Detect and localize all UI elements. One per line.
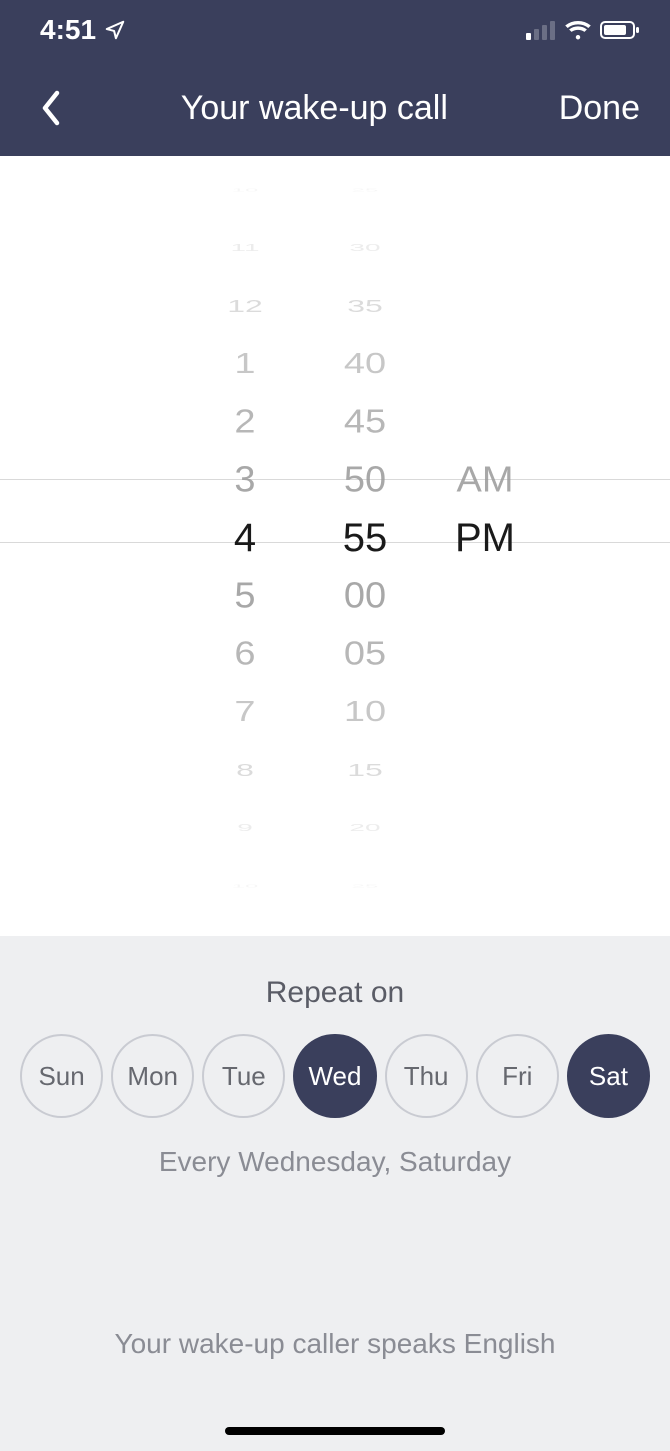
period-wheel[interactable]: AM PM (425, 156, 545, 936)
period-option: AM (425, 452, 545, 508)
day-toggle-mon[interactable]: Mon (111, 1034, 194, 1118)
day-toggle-tue[interactable]: Tue (202, 1034, 285, 1118)
minute-option: 20 (305, 818, 425, 838)
caller-language: Your wake-up caller speaks English (20, 1328, 650, 1360)
minute-option: 40 (305, 342, 425, 386)
hour-option: 5 (185, 568, 305, 624)
minute-option: 05 (305, 628, 425, 679)
status-bar: 4:51 (0, 0, 670, 60)
time-picker[interactable]: 10 11 12 1 2 3 4 5 6 7 8 9 10 2 (0, 156, 670, 936)
minute-option: 10 (305, 690, 425, 734)
hour-option: 10 (185, 185, 305, 195)
day-toggle-wed[interactable]: Wed (293, 1034, 376, 1118)
cell-signal-icon (526, 20, 556, 40)
repeat-panel: Repeat on Sun Mon Tue Wed Thu Fri Sat Ev… (0, 936, 670, 1451)
days-row: Sun Mon Tue Wed Thu Fri Sat (20, 1034, 650, 1118)
home-indicator (225, 1427, 445, 1435)
location-icon (104, 19, 126, 41)
hour-option: 12 (185, 290, 305, 322)
hour-option: 10 (185, 881, 305, 891)
repeat-summary: Every Wednesday, Saturday (20, 1146, 650, 1178)
minute-option: 35 (305, 290, 425, 322)
day-toggle-sat[interactable]: Sat (567, 1034, 650, 1118)
minute-option: 45 (305, 396, 425, 447)
battery-icon (600, 20, 640, 40)
minute-option: 25 (305, 185, 425, 195)
minute-option: 30 (305, 238, 425, 258)
hour-option: 2 (185, 396, 305, 447)
status-time: 4:51 (40, 14, 96, 46)
minute-option: 00 (305, 568, 425, 624)
hour-option: 8 (185, 754, 305, 786)
day-toggle-sun[interactable]: Sun (20, 1034, 103, 1118)
wifi-icon (564, 20, 592, 40)
page-title: Your wake-up call (70, 89, 559, 128)
hour-option: 3 (185, 452, 305, 508)
done-button[interactable]: Done (559, 89, 640, 128)
back-button[interactable] (30, 88, 70, 128)
hour-selected: 4 (185, 509, 305, 567)
period-selected: PM (425, 509, 545, 567)
hour-option: 1 (185, 342, 305, 386)
minute-option: 15 (305, 754, 425, 786)
hour-option: 11 (185, 238, 305, 258)
hour-option: 6 (185, 628, 305, 679)
repeat-label: Repeat on (20, 976, 650, 1010)
day-toggle-thu[interactable]: Thu (385, 1034, 468, 1118)
hour-option: 9 (185, 818, 305, 838)
hour-wheel[interactable]: 10 11 12 1 2 3 4 5 6 7 8 9 10 (185, 156, 305, 936)
hour-option: 7 (185, 690, 305, 734)
minute-selected: 55 (305, 509, 425, 567)
day-toggle-fri[interactable]: Fri (476, 1034, 559, 1118)
minute-wheel[interactable]: 25 30 35 40 45 50 55 00 05 10 15 20 25 (305, 156, 425, 936)
minute-option: 50 (305, 452, 425, 508)
minute-option: 25 (305, 881, 425, 891)
